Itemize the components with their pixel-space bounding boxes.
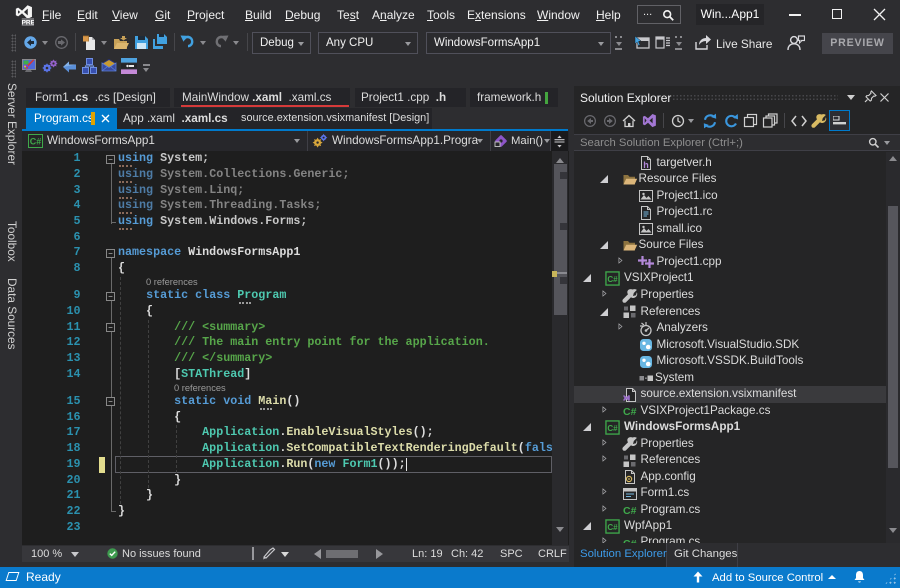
svg-text:PRE: PRE bbox=[22, 20, 34, 27]
svg-text:C#: C# bbox=[30, 137, 42, 147]
